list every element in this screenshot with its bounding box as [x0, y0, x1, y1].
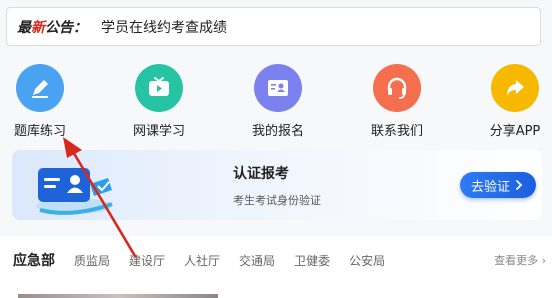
- tab-construction[interactable]: 建设厅: [129, 252, 165, 269]
- verify-button[interactable]: 去验证: [460, 172, 536, 198]
- view-more-link[interactable]: 查看更多 ›: [494, 252, 546, 268]
- quick-item-label: 我的报名: [251, 124, 304, 139]
- tab-transportation[interactable]: 交通局: [239, 252, 275, 269]
- card-title: 认证报考: [233, 166, 289, 182]
- chevron-right-icon: ›: [541, 254, 546, 267]
- chevron-right-icon: [516, 180, 523, 190]
- department-tabs: 应急部 质监局 建设厅 人社厅 交通局 卫健委 公安局: [13, 250, 404, 270]
- headset-icon: [373, 64, 421, 112]
- department-panel: 应急部 质监局 建设厅 人社厅 交通局 卫健委 公安局 查看更多 ›: [0, 236, 552, 298]
- quick-item-contact-us[interactable]: 联系我们: [352, 60, 442, 139]
- tab-quality-supervision[interactable]: 质监局: [74, 252, 110, 269]
- quick-item-label: 分享APP: [489, 124, 541, 139]
- pencil-icon: [16, 64, 64, 112]
- quick-item-label: 网课学习: [132, 124, 185, 139]
- quick-item-label: 联系我们: [370, 124, 423, 139]
- card-subtitle: 考生考试身份验证: [233, 194, 321, 207]
- share-icon: [491, 64, 539, 112]
- quick-item-share-app[interactable]: 分享APP: [470, 60, 552, 139]
- quick-item-my-registration[interactable]: 我的报名: [233, 60, 323, 139]
- announcement-tag: 最新公告：: [17, 19, 87, 36]
- certification-card[interactable]: 认证报考 考生考试身份验证 去验证: [12, 150, 542, 220]
- tab-health-commission[interactable]: 卫健委: [294, 252, 330, 269]
- announcement-text[interactable]: 学员在线约考查成绩: [101, 17, 227, 37]
- quick-item-online-course[interactable]: 网课学习: [114, 60, 204, 139]
- quick-item-question-bank[interactable]: 题库练习: [0, 60, 85, 139]
- view-more-label: 查看更多: [494, 254, 539, 267]
- id-verification-illustration-icon: [36, 168, 113, 215]
- quick-actions: 题库练习 网课学习 我的报名 联系我们 分享APP: [0, 60, 552, 140]
- announcement-bar[interactable]: 最新公告： 学员在线约考查成绩: [6, 7, 541, 46]
- tab-human-resources[interactable]: 人社厅: [184, 252, 220, 269]
- quick-item-label: 题库练习: [13, 124, 66, 139]
- content-thumbnail[interactable]: [18, 294, 218, 298]
- verify-button-label: 去验证: [470, 179, 510, 195]
- tv-icon: [135, 64, 183, 112]
- tab-public-security[interactable]: 公安局: [349, 252, 385, 269]
- id-card-icon: [254, 64, 302, 112]
- tab-emergency[interactable]: 应急部: [13, 250, 55, 270]
